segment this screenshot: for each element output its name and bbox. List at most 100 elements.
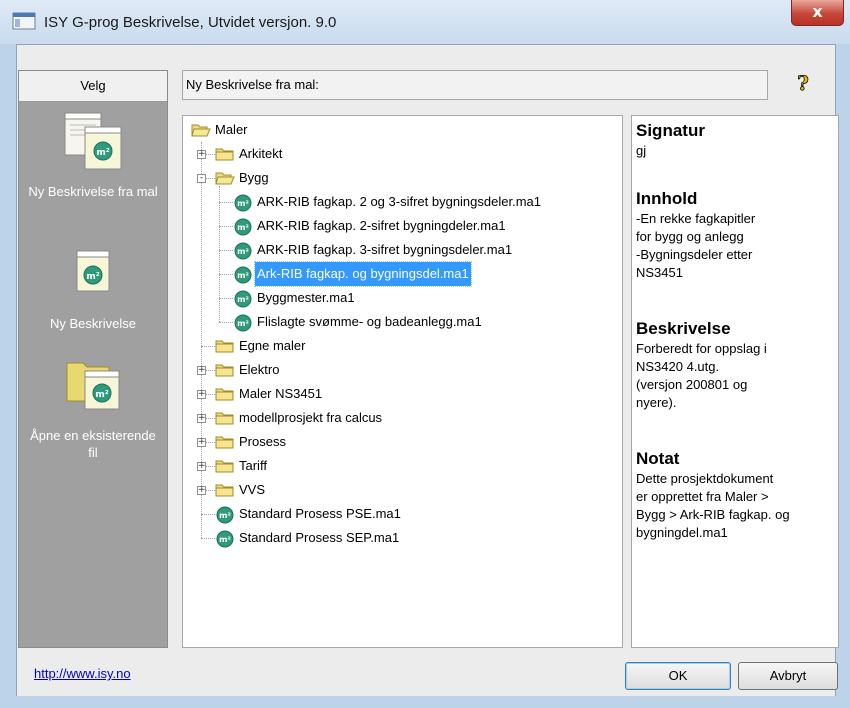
window-title: ISY G-prog Beskrivelse, Utvidet versjon.… xyxy=(44,14,337,31)
svg-text:m²: m² xyxy=(237,223,249,232)
tree-folder-item[interactable]: VVS xyxy=(215,478,267,502)
tree-guide-line xyxy=(219,202,233,203)
tree-item-label: Tariff xyxy=(239,458,267,473)
tree-item-label: Standard Prosess SEP.ma1 xyxy=(239,530,400,545)
tree-file-item[interactable]: m² ARK-RIB fagkap. 2-sifret bygningdeler.… xyxy=(233,214,508,238)
tree-root[interactable]: Maler xyxy=(191,118,250,142)
tree-item-label: Flislagte svømme- og badeanlegg.ma1 xyxy=(257,314,482,329)
tree-item-label: Bygg xyxy=(239,170,269,185)
tree-folder-item[interactable]: Elektro xyxy=(215,358,281,382)
template-tree[interactable]: Maler + Arkitekt - Bygg m² ARK-RIB fagkap. 2 o… xyxy=(182,115,623,648)
expand-icon[interactable]: + xyxy=(197,486,206,495)
info-section-signatur: Signatur gj xyxy=(636,120,836,160)
expand-icon[interactable]: + xyxy=(197,462,206,471)
tree-item-label: Egne maler xyxy=(239,338,306,353)
svg-text:m²: m² xyxy=(237,199,249,208)
ok-button[interactable]: OK xyxy=(625,662,731,690)
info-heading: Innhold xyxy=(636,189,698,208)
app-icon xyxy=(12,12,36,30)
tree-guide-line xyxy=(201,514,215,515)
tree-item-label: Ark-RIB fagkap. og bygningsdel.ma1 xyxy=(254,261,472,287)
info-heading: Beskrivelse xyxy=(636,319,731,338)
tree-file-item[interactable]: m² Standard Prosess PSE.ma1 xyxy=(215,502,403,526)
tree-folder-item[interactable]: Bygg xyxy=(215,166,271,190)
tree-item-label: Maler NS3451 xyxy=(239,386,323,401)
svg-text:m²: m² xyxy=(95,390,108,400)
tree-file-item[interactable]: m² Byggmester.ma1 xyxy=(233,286,357,310)
new-document-icon[interactable]: m² xyxy=(19,249,167,293)
tree-item-label: Standard Prosess PSE.ma1 xyxy=(239,506,401,521)
expand-icon[interactable]: + xyxy=(197,390,206,399)
close-icon: x xyxy=(812,2,823,21)
tree-guide-line xyxy=(201,142,202,538)
svg-text:m²: m² xyxy=(237,271,249,280)
info-heading: Notat xyxy=(636,449,680,468)
svg-text:m²: m² xyxy=(237,295,249,304)
title-bar: ISY G-prog Beskrivelse, Utvidet versjon.… xyxy=(0,0,850,44)
tree-guide-line xyxy=(219,186,220,322)
tree-item-label: Prosess xyxy=(239,434,286,449)
collapse-icon[interactable]: - xyxy=(197,174,206,183)
info-body: gj xyxy=(636,143,647,158)
tree-folder-item[interactable]: Maler NS3451 xyxy=(215,382,324,406)
tree-item-label: Byggmester.ma1 xyxy=(257,290,355,305)
info-section-innhold: Innhold -En rekke fagkapitler for bygg o… xyxy=(636,188,836,282)
new-from-template-icon[interactable]: m² xyxy=(19,111,167,171)
tree-guide-line xyxy=(219,250,233,251)
tree-item-label: Maler xyxy=(215,122,248,137)
info-body: -En rekke fagkapitler for bygg og anlegg… xyxy=(636,211,756,280)
svg-text:m²: m² xyxy=(237,247,249,256)
isy-website-link[interactable]: http://www.isy.no xyxy=(34,666,131,681)
cancel-button[interactable]: Avbryt xyxy=(738,662,838,690)
tree-file-item[interactable]: m² ARK-RIB fagkap. 3-sifret bygningsdeler… xyxy=(233,238,514,262)
info-section-beskrivelse: Beskrivelse Forberedt for oppslag i NS34… xyxy=(636,318,836,412)
info-section-notat: Notat Dette prosjektdokument er opprette… xyxy=(636,448,836,542)
tree-folder-item[interactable]: modellprosjekt fra calcus xyxy=(215,406,384,430)
info-body: Forberedt for oppslag i NS3420 4.utg. (v… xyxy=(636,341,767,410)
svg-text:m²: m² xyxy=(219,511,231,520)
tree-folder-item[interactable]: Tariff xyxy=(215,454,269,478)
new-document-label[interactable]: Ny Beskrivelse xyxy=(19,315,167,332)
template-file-icon: m² xyxy=(215,528,235,556)
tree-file-item[interactable]: m² Flislagte svømme- og badeanlegg.ma1 xyxy=(233,310,484,334)
tree-item-label: ARK-RIB fagkap. 2 og 3-sifret bygningsde… xyxy=(257,194,541,209)
left-panel-header: Velg xyxy=(19,71,167,102)
info-body: Dette prosjektdokument er opprettet fra … xyxy=(636,471,790,540)
expand-icon[interactable]: + xyxy=(197,366,206,375)
tree-guide-line xyxy=(201,346,215,347)
tree-item-label: VVS xyxy=(239,482,266,497)
tree-guide-line xyxy=(219,298,233,299)
tree-item-label: modellprosjekt fra calcus xyxy=(239,410,383,425)
tree-item-label: Arkitekt xyxy=(239,146,283,161)
info-heading: Signatur xyxy=(636,121,705,140)
dialog-window: ISY G-prog Beskrivelse, Utvidet versjon.… xyxy=(0,0,850,708)
svg-text:m²: m² xyxy=(237,319,249,328)
close-button[interactable]: x xyxy=(791,0,844,26)
svg-text:m²: m² xyxy=(86,272,99,282)
tree-folder-item[interactable]: Prosess xyxy=(215,430,288,454)
new-from-template-label[interactable]: Ny Beskrivelse fra mal xyxy=(19,183,167,200)
folder-open-icon xyxy=(215,170,235,194)
help-icon[interactable]: ? xyxy=(793,72,813,94)
tree-item-label: ARK-RIB fagkap. 3-sifret bygningsdeler.m… xyxy=(257,242,513,257)
tree-file-item[interactable]: m² ARK-RIB fagkap. 2 og 3-sifret bygnings… xyxy=(233,190,543,214)
open-folder-icon[interactable]: m² xyxy=(19,353,167,411)
expand-icon[interactable]: + xyxy=(197,150,206,159)
tree-guide-line xyxy=(219,226,233,227)
tree-guide-line xyxy=(219,322,233,323)
tree-file-item[interactable]: m² Standard Prosess SEP.ma1 xyxy=(215,526,401,550)
svg-text:?: ? xyxy=(797,72,809,94)
tree-file-item[interactable]: m² Ark-RIB fagkap. og bygningsdel.ma1 xyxy=(233,261,472,287)
tree-folder-item[interactable]: Arkitekt xyxy=(215,142,284,166)
tree-item-label: Elektro xyxy=(239,362,280,377)
expand-icon[interactable]: + xyxy=(197,438,206,447)
new-description-field: Ny Beskrivelse fra mal: xyxy=(182,70,768,100)
svg-text:m²: m² xyxy=(219,535,231,544)
svg-text:m²: m² xyxy=(96,148,109,158)
tree-folder-item[interactable]: Egne maler xyxy=(215,334,307,358)
left-panel: Velg m² Ny Beskrivelse fra mal m² Ny Bes… xyxy=(18,70,168,648)
expand-icon[interactable]: + xyxy=(197,414,206,423)
open-existing-label[interactable]: Åpne en eksisterende fil xyxy=(19,427,167,461)
tree-guide-line xyxy=(201,538,215,539)
tree-item-label: ARK-RIB fagkap. 2-sifret bygningdeler.ma… xyxy=(257,218,506,233)
